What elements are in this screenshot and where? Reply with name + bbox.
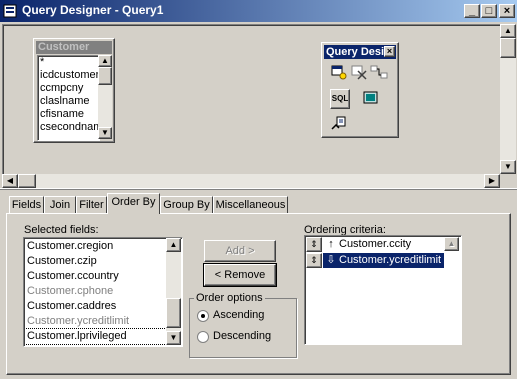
ordering-criteria-row[interactable]: ⇕ ↑ Customer.ccity (306, 237, 444, 253)
selected-field-row[interactable]: Customer.ccountry (25, 269, 166, 284)
field-list-item[interactable]: claslname (38, 95, 99, 108)
selected-field-row[interactable]: Customer.czip (25, 254, 166, 269)
customer-list-scrollbar[interactable]: ▲ ▼ (98, 55, 112, 139)
sql-icon[interactable]: SQL (330, 89, 350, 109)
ordering-criteria-row[interactable]: ⇕ ⇩ Customer.ycreditlimit (306, 253, 444, 269)
tab-order-by[interactable]: Order By (107, 193, 160, 214)
run-query-icon[interactable] (330, 115, 348, 133)
ascending-radio[interactable] (197, 310, 209, 322)
query-output-icon[interactable] (362, 89, 380, 107)
ordering-criteria-label-text: Customer.ycreditlimit (339, 254, 442, 266)
scroll-right-arrow-icon[interactable]: ▶ (484, 174, 500, 188)
descending-label[interactable]: Descending (213, 330, 271, 342)
close-button[interactable]: × (499, 4, 515, 18)
ordering-criteria-label-text: Customer.ccity (339, 238, 412, 250)
query-designer-toolbar[interactable]: Query Desi × SQL (321, 42, 399, 138)
scroll-up-arrow-icon[interactable]: ▲ (98, 55, 112, 67)
remove-table-icon[interactable] (350, 63, 368, 81)
customer-field-list[interactable]: * icdcustomer ccmpcny claslname cfisname… (37, 55, 100, 141)
join-icon[interactable] (370, 63, 388, 81)
ordering-criteria-list[interactable]: ⇕ ↑ Customer.ccity ⇕ ⇩ Customer.ycreditlimit … (304, 235, 462, 345)
minimize-button[interactable]: _ (464, 4, 480, 18)
selected-fields-label: Selected fields: (24, 224, 99, 236)
scroll-thumb[interactable] (166, 298, 181, 328)
scroll-up-arrow-icon[interactable]: ▲ (500, 24, 516, 38)
window-title: Query Designer - Query1 (22, 3, 164, 17)
field-list-item[interactable]: csecondname (38, 121, 99, 134)
order-by-panel: Selected fields: Customer.cregion Custome… (6, 213, 511, 375)
selected-fields-list[interactable]: Customer.cregion Customer.czip Customer.cc… (23, 237, 183, 347)
add-button[interactable]: Add > (204, 240, 276, 262)
ascending-label[interactable]: Ascending (213, 309, 264, 321)
scroll-up-arrow-icon[interactable]: ▲ (166, 238, 181, 252)
selected-field-row[interactable]: Customer.cregion (25, 239, 166, 254)
move-handle-icon[interactable]: ⇕ (306, 253, 322, 268)
field-list-item[interactable]: cfisname (38, 108, 99, 121)
order-options-label: Order options (194, 292, 265, 304)
scroll-thumb[interactable] (18, 174, 36, 188)
tab-join[interactable]: Join (44, 196, 76, 214)
add-table-icon[interactable] (330, 63, 348, 81)
customer-table-window[interactable]: Customer * icdcustomer ccmpcny claslname… (33, 38, 115, 143)
toolbar-close-button[interactable]: × (384, 46, 395, 57)
customer-table-title[interactable]: Customer (36, 41, 112, 54)
remove-button[interactable]: < Remove (203, 263, 277, 287)
field-list-item[interactable]: icdcustomer (38, 69, 99, 82)
scroll-thumb[interactable] (500, 38, 516, 58)
field-list-item[interactable]: * (38, 56, 99, 69)
tab-fields[interactable]: Fields (9, 196, 44, 214)
selected-field-row[interactable]: Customer.lprivileged (25, 328, 166, 345)
scroll-down-arrow-icon[interactable]: ▼ (98, 127, 112, 139)
canvas-horizontal-scrollbar[interactable]: ◀ ▶ (2, 174, 500, 188)
order-options-group (189, 298, 297, 358)
scroll-down-arrow-icon[interactable]: ▼ (166, 331, 181, 345)
scroll-corner (500, 174, 516, 188)
selected-field-row[interactable]: Customer.caddres (25, 299, 166, 314)
tab-miscellaneous[interactable]: Miscellaneous (213, 196, 288, 214)
maximize-button[interactable]: □ (481, 4, 497, 18)
canvas-vertical-scrollbar[interactable]: ▲ ▼ (500, 24, 516, 174)
ordering-criteria-scrollbar[interactable]: ▲ (444, 237, 459, 251)
move-handle-icon[interactable]: ⇕ (306, 237, 322, 252)
scroll-down-arrow-icon[interactable]: ▼ (500, 160, 516, 174)
selected-fields-scrollbar[interactable]: ▲ ▼ (166, 238, 181, 345)
descending-radio[interactable] (197, 331, 209, 343)
splitter[interactable] (0, 188, 517, 190)
app-icon (3, 4, 17, 18)
scroll-thumb[interactable] (98, 67, 112, 85)
scroll-left-arrow-icon[interactable]: ◀ (2, 174, 18, 188)
sort-direction-icon: ↑ (328, 238, 334, 250)
selected-field-row[interactable]: Customer.cphone (25, 284, 166, 299)
field-list-item[interactable]: ccmpcny (38, 82, 99, 95)
tab-filter[interactable]: Filter (76, 196, 107, 214)
sort-direction-icon: ⇩ (326, 254, 336, 266)
selected-field-row[interactable]: Customer.ycreditlimit (25, 314, 166, 329)
scroll-up-arrow-icon[interactable]: ▲ (444, 237, 459, 251)
selected-field-row[interactable]: Customer.ndiscount (25, 344, 166, 345)
tab-group-by[interactable]: Group By (160, 196, 213, 214)
title-bar: Query Designer - Query1 _ □ × (0, 0, 517, 22)
